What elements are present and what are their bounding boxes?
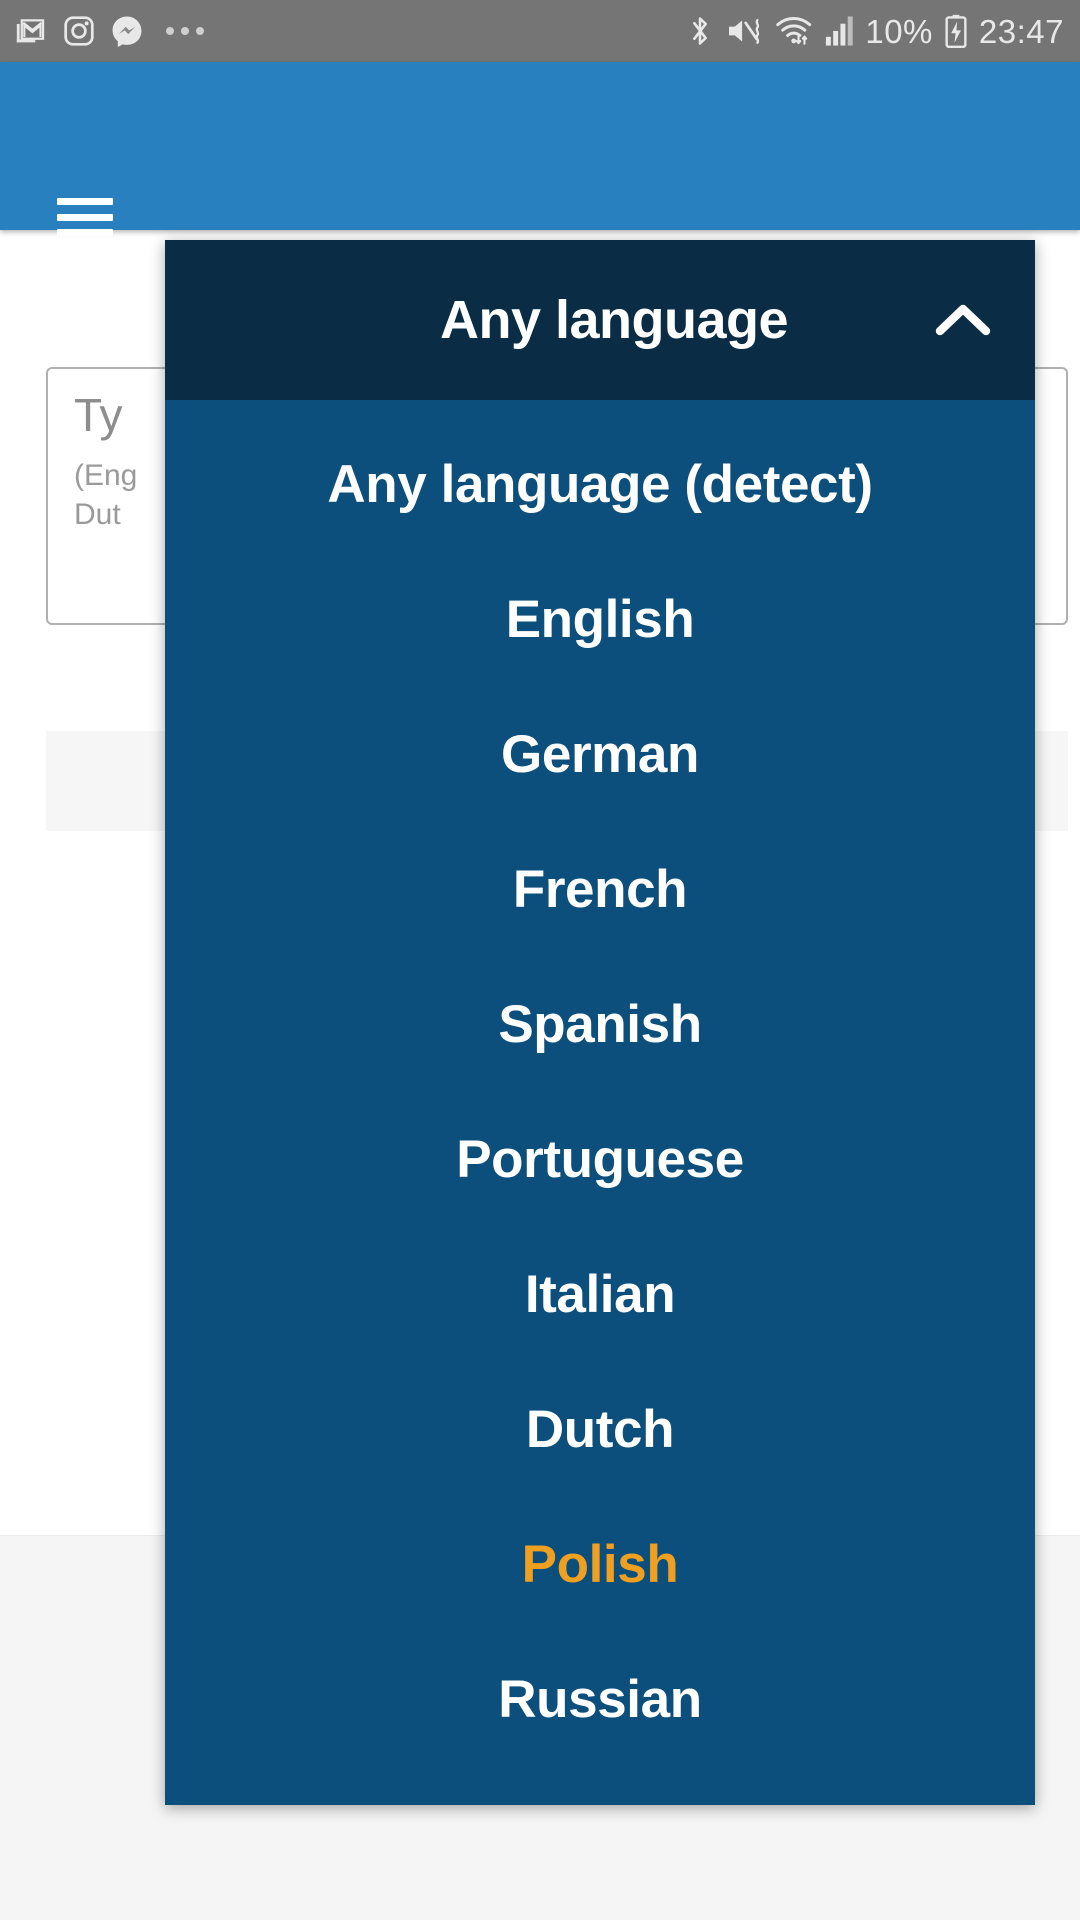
- language-dropdown-header[interactable]: Any language: [165, 240, 1035, 400]
- language-option[interactable]: Portuguese: [165, 1092, 1035, 1227]
- language-option[interactable]: Polish: [165, 1497, 1035, 1632]
- wifi-icon: [775, 14, 813, 48]
- mute-vibrate-icon: [726, 15, 764, 47]
- clock-label: 23:47: [978, 12, 1064, 50]
- chevron-up-icon[interactable]: [933, 290, 993, 350]
- bluetooth-icon: [685, 14, 715, 48]
- language-dropdown[interactable]: Any language Any language (detect) Englis…: [165, 240, 1035, 1805]
- battery-charging-icon: [944, 14, 968, 48]
- status-bar-system-icons: 10% 23:47: [685, 14, 1064, 48]
- language-dropdown-list[interactable]: Any language (detect) English German French…: [165, 400, 1035, 1767]
- status-bar: 10% 23:47: [0, 0, 1080, 62]
- language-option[interactable]: French: [165, 822, 1035, 957]
- instagram-icon: [62, 14, 96, 48]
- language-option[interactable]: Any language (detect): [165, 417, 1035, 552]
- language-option[interactable]: Spanish: [165, 957, 1035, 1092]
- gmail-icon: [14, 14, 48, 48]
- app-bar: [0, 62, 1080, 236]
- language-option[interactable]: Italian: [165, 1227, 1035, 1362]
- more-notifications-icon: [166, 27, 204, 35]
- battery-percent-label: 10%: [865, 12, 933, 50]
- language-option[interactable]: Dutch: [165, 1362, 1035, 1497]
- language-option[interactable]: English: [165, 552, 1035, 687]
- screen: 10% 23:47 Ty (Eng Dut Any language Any l…: [0, 0, 1080, 1920]
- hamburger-icon[interactable]: [57, 198, 113, 236]
- cellular-signal-icon: [824, 15, 854, 47]
- language-option[interactable]: Russian: [165, 1632, 1035, 1767]
- messenger-icon: [110, 14, 144, 48]
- language-dropdown-selected-label: Any language: [439, 290, 789, 350]
- status-bar-notifications: [14, 14, 204, 48]
- language-option[interactable]: German: [165, 687, 1035, 822]
